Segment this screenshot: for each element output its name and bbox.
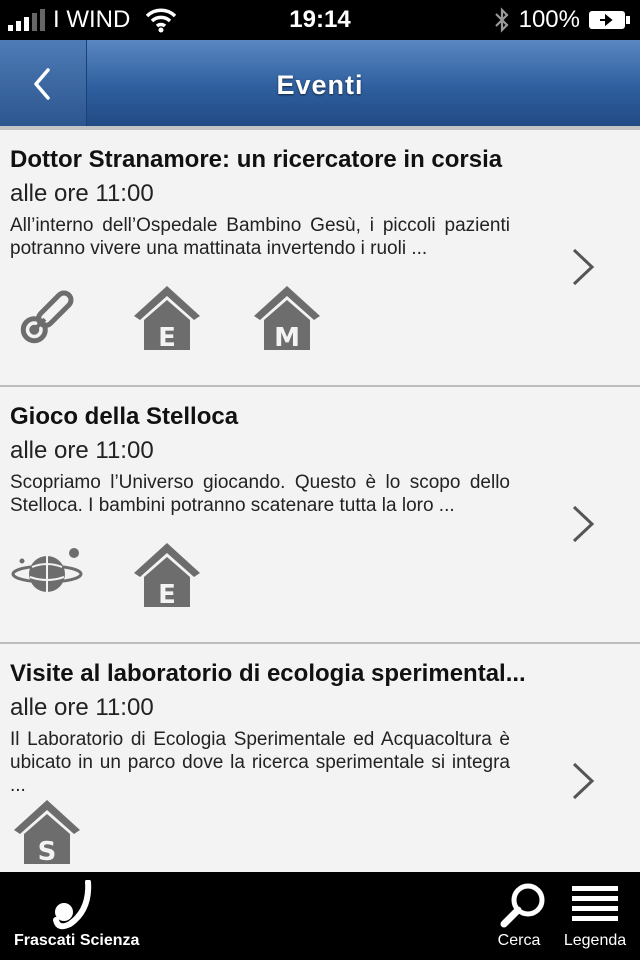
- event-time: alle ore 11:00: [10, 437, 154, 464]
- planet-icon: [10, 537, 84, 611]
- event-row[interactable]: Dottor Stranamore: un ricercatore in cor…: [0, 130, 640, 387]
- chevron-right-icon: [572, 248, 595, 286]
- event-description: Il Laboratorio di Ecologia Sperimentale …: [10, 729, 510, 796]
- battery-percentage: 100%: [518, 6, 580, 33]
- house-m-icon: M: [250, 280, 324, 354]
- home-tab[interactable]: Frascati Scienza: [14, 879, 144, 960]
- event-title: Gioco della Stelloca: [10, 403, 239, 430]
- battery-icon: [589, 11, 630, 29]
- chevron-right-icon: [572, 762, 595, 800]
- search-tab-label: Cerca: [497, 932, 541, 949]
- status-bar: I WIND 19:14 100%: [0, 0, 640, 40]
- event-title: Visite al laboratorio di ecologia sperim…: [10, 660, 526, 687]
- svg-text:M: M: [274, 323, 300, 353]
- navigation-bar: Eventi: [0, 40, 640, 130]
- event-description: Scopriamo l’Universo giocando. Questo è …: [10, 472, 510, 516]
- event-time: alle ore 11:00: [10, 694, 154, 721]
- event-list[interactable]: Dottor Stranamore: un ricercatore in cor…: [0, 130, 640, 872]
- thermometer-icon: [10, 280, 84, 354]
- legend-tab-label: Legenda: [563, 932, 627, 949]
- event-title: Dottor Stranamore: un ricercatore in cor…: [10, 146, 503, 173]
- house-e-icon: E: [130, 537, 204, 611]
- frascati-scienza-logo-icon: [53, 879, 92, 930]
- event-row[interactable]: Gioco della Stelloca alle ore 11:00 Scop…: [0, 387, 640, 644]
- event-time: alle ore 11:00: [10, 180, 154, 207]
- search-icon: [500, 883, 545, 928]
- event-category-icons: E M: [10, 280, 324, 354]
- page-title: Eventi: [276, 70, 364, 100]
- bluetooth-icon: [494, 7, 509, 33]
- event-description: All’interno dell’Ospedale Bambino Gesù, …: [10, 215, 510, 259]
- event-category-icons: S: [10, 794, 84, 868]
- list-icon: [572, 886, 618, 921]
- event-row[interactable]: Visite al laboratorio di ecologia sperim…: [0, 644, 640, 872]
- search-tab[interactable]: Cerca: [480, 880, 558, 960]
- status-right: 100%: [493, 6, 632, 34]
- house-s-icon: S: [10, 794, 84, 868]
- tab-bar: Frascati Scienza Cerca Legenda: [0, 872, 640, 960]
- legend-tab[interactable]: Legenda: [556, 880, 634, 960]
- svg-text:E: E: [158, 580, 176, 610]
- logo-label: Frascati Scienza: [14, 932, 140, 949]
- svg-text:E: E: [158, 323, 176, 353]
- chevron-right-icon: [572, 505, 595, 543]
- house-e-icon: E: [130, 280, 204, 354]
- event-category-icons: E: [10, 537, 204, 611]
- svg-text:S: S: [38, 837, 57, 867]
